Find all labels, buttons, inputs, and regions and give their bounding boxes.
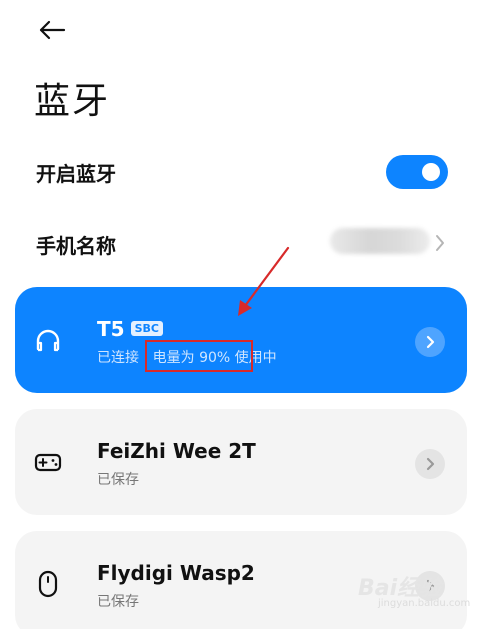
headphones-icon [36, 329, 60, 352]
device-name: Flydigi Wasp2 [97, 561, 255, 585]
device-name: FeiZhi Wee 2T [97, 439, 256, 463]
bluetooth-toggle[interactable] [386, 155, 448, 189]
mouse-icon [38, 570, 58, 598]
chevron-right-icon [436, 235, 444, 251]
device-card-feizhi[interactable]: FeiZhi Wee 2T 已保存 [15, 409, 467, 515]
codec-badge: SBC [130, 321, 163, 336]
device-name: T5 SBC [97, 317, 163, 341]
arrow-left-icon [39, 20, 66, 40]
bluetooth-toggle-label: 开启蓝牙 [36, 162, 116, 186]
phone-name-value-blurred[interactable] [330, 228, 430, 254]
device-status: 已保存 [97, 594, 139, 610]
device-details-button[interactable] [415, 327, 445, 357]
battery-highlight-box [145, 340, 253, 372]
annotation-arrow-icon [238, 246, 290, 316]
toggle-knob [422, 163, 440, 181]
watermark: Bai经验 jingyan.baidu.com [358, 576, 471, 609]
phone-name-label: 手机名称 [36, 234, 116, 258]
gamepad-icon [34, 453, 62, 472]
device-status: 已保存 [97, 472, 139, 488]
back-button[interactable] [32, 12, 72, 48]
chevron-right-icon [426, 457, 435, 471]
page-title: 蓝牙 [34, 81, 111, 122]
device-details-button[interactable] [415, 449, 445, 479]
chevron-right-icon [426, 335, 435, 349]
